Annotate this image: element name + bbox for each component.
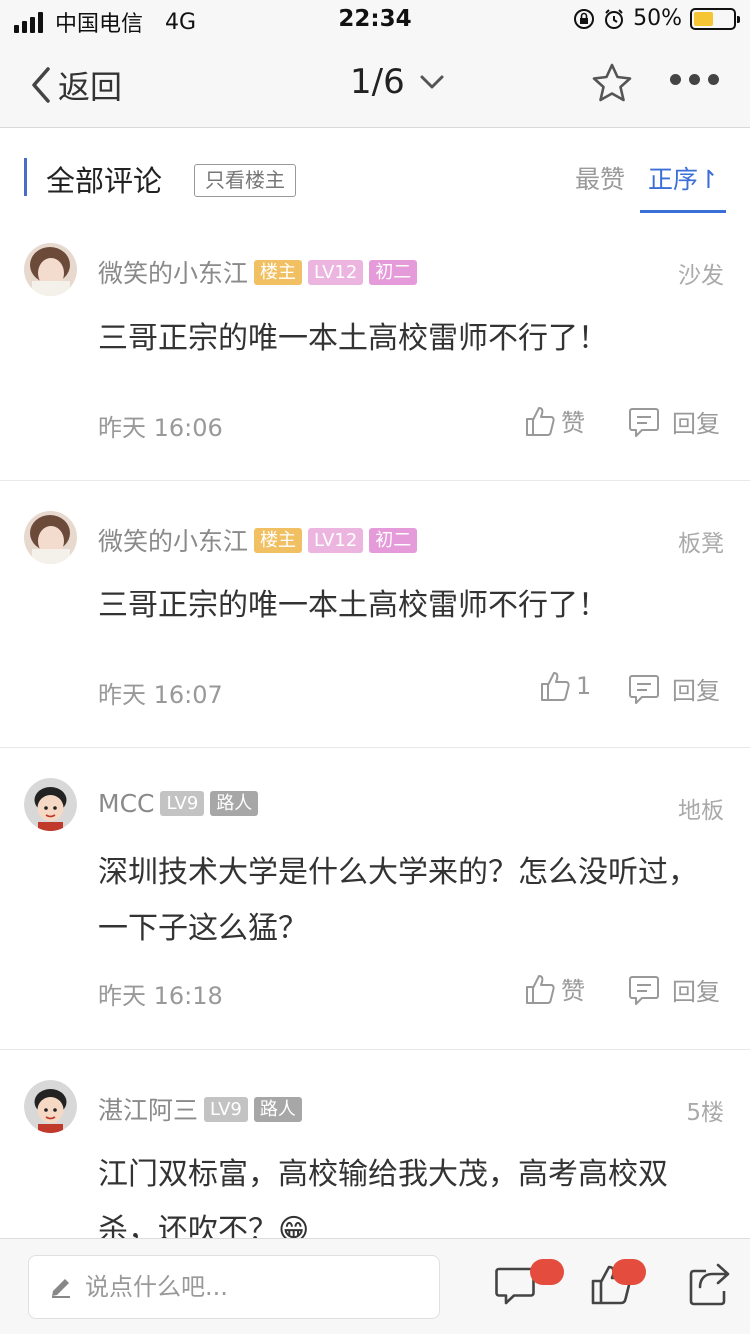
comment-time: 昨天 16:06 <box>98 414 223 442</box>
reply-label: 回复 <box>672 978 720 1006</box>
share-icon <box>689 1263 730 1306</box>
like-button[interactable]: 赞 <box>525 403 585 438</box>
author-row: 微笑的小东江 楼主 LV12 初二 <box>98 254 423 290</box>
level-badge: LV9 <box>160 791 205 816</box>
avatar[interactable] <box>24 778 77 831</box>
floor-label: 沙发 <box>678 263 724 289</box>
rotation-lock-icon <box>574 8 595 29</box>
avatar[interactable] <box>24 511 77 564</box>
bottom-action-bar <box>0 1238 750 1334</box>
comment-item: 微笑的小东江 楼主 LV12 初二 板凳 三哥正宗的唯一本土高校雷师不行了！ 昨… <box>0 481 750 748</box>
comment-time: 昨天 16:18 <box>98 982 223 1010</box>
avatar[interactable] <box>24 243 77 296</box>
comment-item: 湛江阿三 LV9 路人 5楼 江门双标富，高校输给我大茂，高考高校双杀，还吹不？… <box>0 1050 750 1238</box>
favorite-button[interactable] <box>590 62 634 108</box>
author-row: MCC LV9 路人 <box>98 789 264 818</box>
sort-by-likes-tab[interactable]: 最赞 <box>575 160 625 196</box>
floor-label: 板凳 <box>678 531 724 557</box>
level-badge: LV9 <box>204 1096 248 1122</box>
avatar[interactable] <box>24 1080 77 1133</box>
comment-content[interactable]: 江门双标富，高校输给我大茂，高考高校双杀，还吹不？😁 <box>98 1147 708 1238</box>
back-label: 返回 <box>58 68 123 106</box>
reply-label: 回复 <box>672 410 720 438</box>
level-badge: LV12 <box>308 527 364 553</box>
rank-badge: 初二 <box>369 527 418 553</box>
reply-button[interactable]: 回复 <box>628 972 720 1007</box>
comment-content[interactable]: 三哥正宗的唯一本土高校雷师不行了！ <box>98 578 708 634</box>
comment-count-badge <box>530 1259 564 1285</box>
rank-badge: 路人 <box>210 791 259 816</box>
rank-badge: 初二 <box>369 259 418 285</box>
section-accent-bar <box>24 158 27 196</box>
op-badge: 楼主 <box>254 527 303 553</box>
battery-level <box>694 11 713 26</box>
comment-list[interactable]: 微笑的小东江 楼主 LV12 初二 沙发 三哥正宗的唯一本土高校雷师不行了！ 昨… <box>0 218 750 1238</box>
author-name[interactable]: 微笑的小东江 <box>98 522 248 558</box>
author-name[interactable]: 微笑的小东江 <box>98 254 248 290</box>
only-op-filter-button[interactable]: 只看楼主 <box>194 164 296 197</box>
comment-item: MCC LV9 路人 地板 深圳技术大学是什么大学来的？怎么没听过，一下子这么猛… <box>0 748 750 1050</box>
reply-bubble-icon <box>629 407 659 437</box>
comment-item: 微笑的小东江 楼主 LV12 初二 沙发 三哥正宗的唯一本土高校雷师不行了！ 昨… <box>0 218 750 481</box>
active-tab-indicator <box>640 210 726 213</box>
floor-label: 5楼 <box>686 1100 724 1126</box>
sort-by-order-tab[interactable]: 正序↾ <box>648 160 719 196</box>
floor-label: 地板 <box>678 798 724 824</box>
dropdown-chevron-icon <box>420 75 444 89</box>
author-name[interactable]: 湛江阿三 <box>98 1091 198 1127</box>
section-title: 全部评论 <box>46 164 163 198</box>
reply-button[interactable]: 回复 <box>628 404 720 439</box>
like-count: 1 <box>576 672 592 700</box>
page-selector[interactable]: 1/6 <box>350 62 445 102</box>
thumbs-up-icon <box>526 974 555 1004</box>
status-bar: 中国电信 4G 22:34 50% <box>0 0 750 40</box>
thumbs-up-icon <box>541 672 570 701</box>
comments-header: 全部评论 只看楼主 最赞 正序↾ <box>0 128 750 218</box>
like-count-badge <box>612 1259 646 1285</box>
battery-percent: 50% <box>633 6 682 31</box>
author-row: 微笑的小东江 楼主 LV12 初二 <box>98 522 423 558</box>
op-badge: 楼主 <box>254 259 303 285</box>
comment-content[interactable]: 深圳技术大学是什么大学来的？怎么没听过，一下子这么猛？ <box>98 845 708 957</box>
like-button[interactable]: 赞 <box>525 971 585 1006</box>
battery-icon <box>690 7 740 30</box>
comment-content[interactable]: 三哥正宗的唯一本土高校雷师不行了！ <box>98 311 708 367</box>
alarm-icon <box>605 8 624 29</box>
more-icon[interactable] <box>670 74 719 85</box>
thumbs-up-icon <box>526 406 555 436</box>
pencil-icon <box>52 1279 70 1298</box>
navigation-bar: 返回 1/6 <box>0 40 750 128</box>
like-label: 赞 <box>561 977 585 1005</box>
like-label: 赞 <box>561 409 585 437</box>
reply-button[interactable]: 回复 <box>628 671 720 706</box>
status-right: 50% <box>573 6 740 31</box>
reply-bubble-icon <box>629 674 659 704</box>
comment-time: 昨天 16:07 <box>98 681 223 709</box>
page-indicator: 1/6 <box>350 62 405 102</box>
reply-bubble-icon <box>629 975 659 1005</box>
level-badge: LV12 <box>308 259 364 285</box>
back-button[interactable]: 返回 <box>30 62 122 108</box>
share-button[interactable] <box>688 1261 730 1311</box>
author-name[interactable]: MCC <box>98 789 154 818</box>
reply-label: 回复 <box>672 677 720 705</box>
comment-input[interactable] <box>85 1273 405 1301</box>
back-chevron-icon <box>32 67 50 103</box>
rank-badge: 路人 <box>253 1096 302 1122</box>
star-icon <box>592 63 632 102</box>
like-button[interactable]: 1 <box>540 670 591 702</box>
comment-input-box[interactable] <box>28 1255 440 1319</box>
author-row: 湛江阿三 LV9 路人 <box>98 1091 308 1127</box>
